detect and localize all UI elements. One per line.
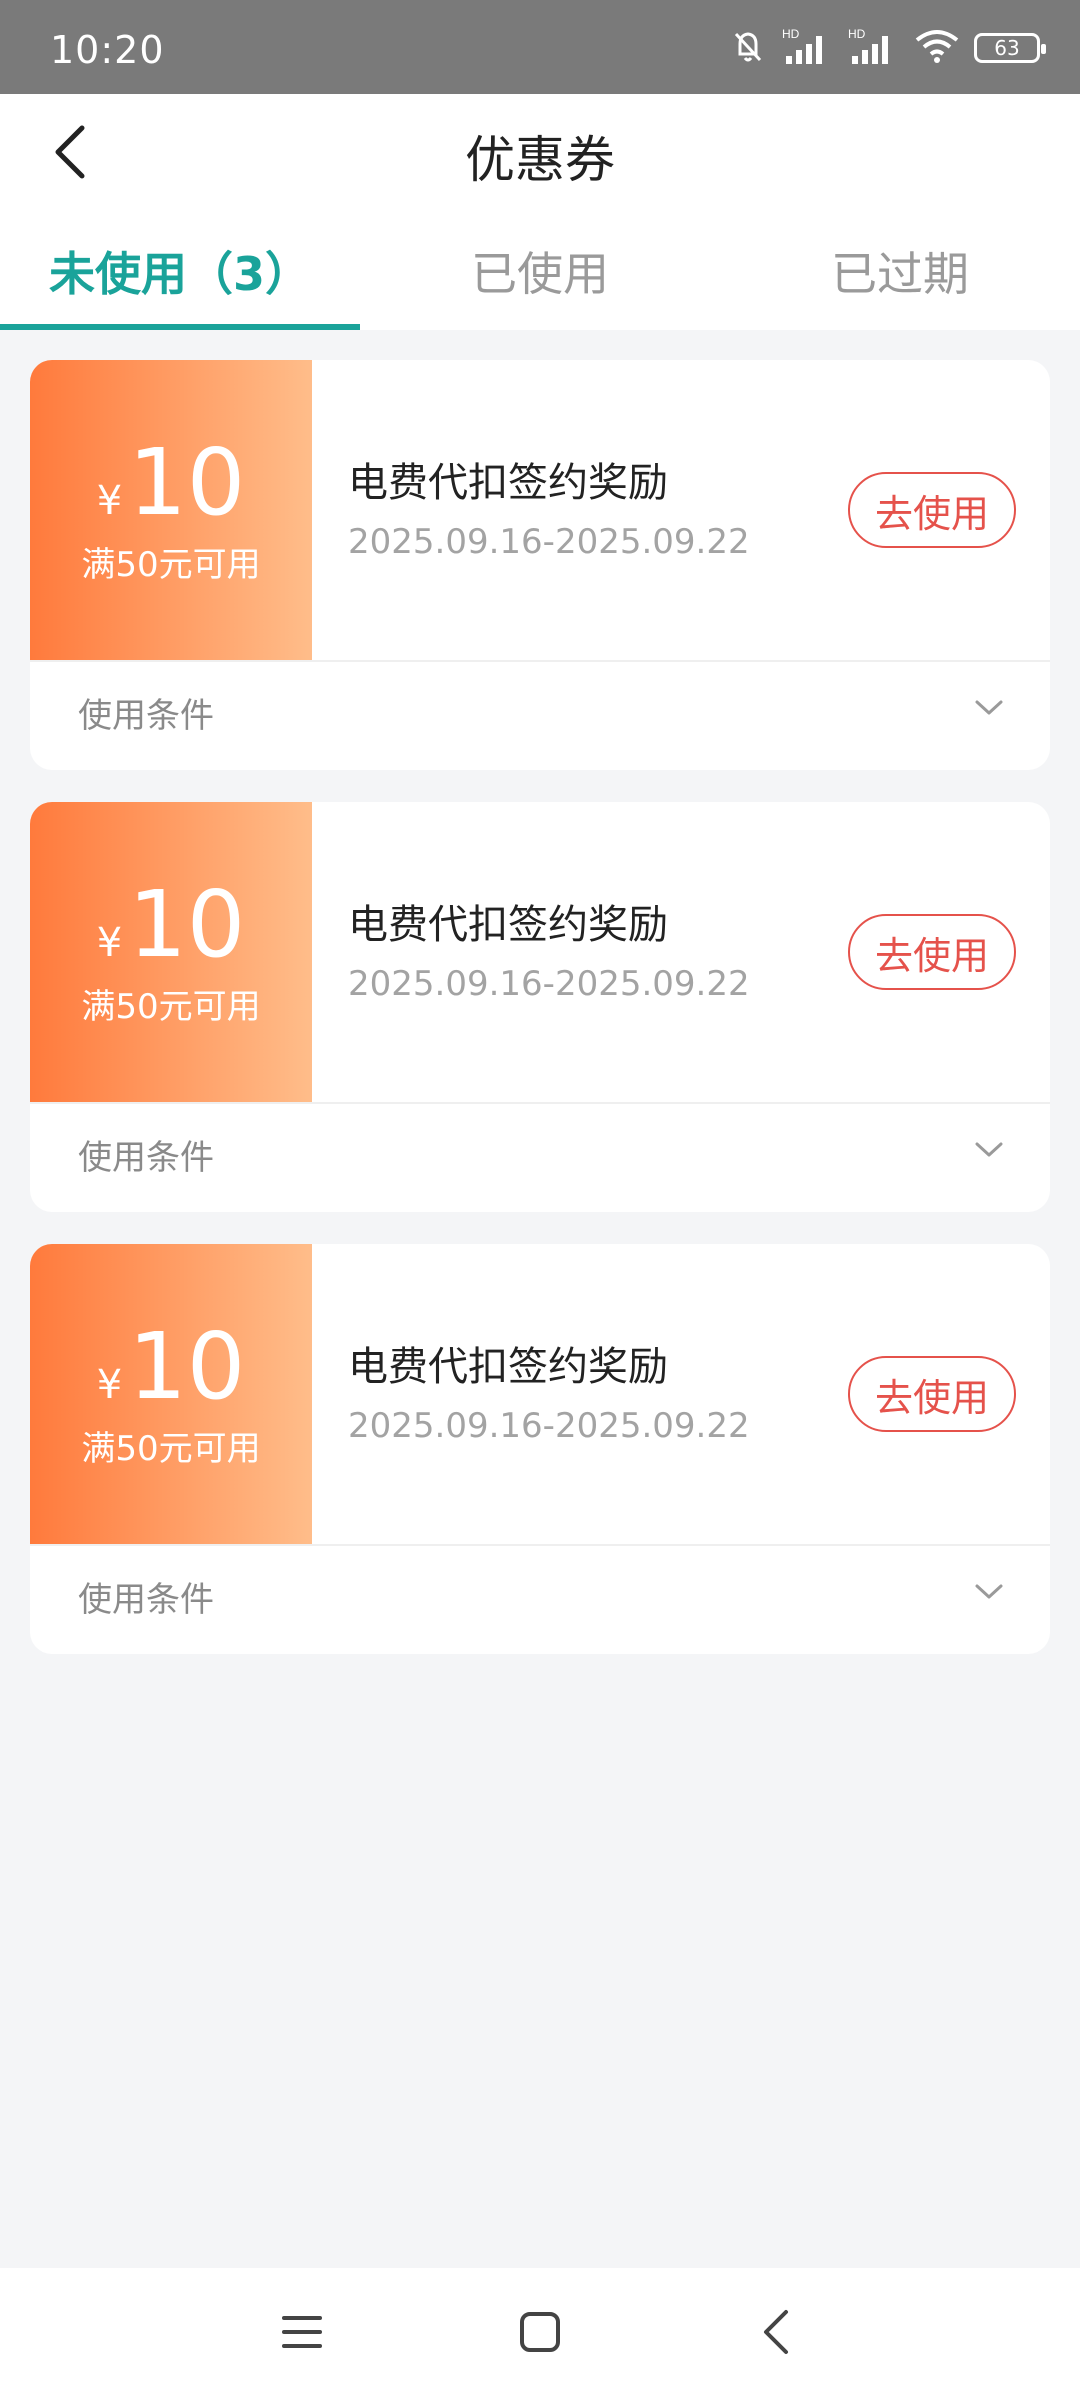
signal-hd-icon: HD bbox=[782, 26, 834, 70]
coupon-name: 电费代扣签约奖励 bbox=[348, 1344, 668, 1390]
nav-bar: 优惠券 bbox=[0, 94, 1080, 212]
coupon-amount: 10 bbox=[128, 428, 246, 536]
terms-label: 使用条件 bbox=[78, 696, 214, 736]
status-time: 10:20 bbox=[50, 28, 165, 72]
menu-icon bbox=[280, 2312, 324, 2356]
chevron-down-icon[interactable] bbox=[974, 1582, 1004, 1606]
battery-icon: 63 bbox=[974, 33, 1046, 63]
coupon-condition: 满50元可用 bbox=[81, 986, 261, 1027]
coupon-currency: ¥ bbox=[96, 1361, 123, 1408]
terms-label: 使用条件 bbox=[78, 1580, 214, 1620]
coupon-info: 电费代扣签约奖励 2025.09.16-2025.09.22 bbox=[348, 450, 750, 562]
menu-button[interactable] bbox=[270, 2302, 334, 2366]
svg-text:HD: HD bbox=[782, 27, 800, 41]
status-icons: HD HD 63 bbox=[728, 26, 1046, 70]
coupon-card: ¥ 10 满50元可用 电费代扣签约奖励 2025.09.16-2025.09.… bbox=[30, 1244, 1050, 1654]
coupon-condition: 满50元可用 bbox=[81, 1428, 261, 1469]
coupon-currency: ¥ bbox=[96, 477, 123, 524]
nav-back-button[interactable] bbox=[744, 2302, 808, 2366]
tab-unused[interactable]: 未使用（3） bbox=[0, 212, 360, 330]
coupon-name: 电费代扣签约奖励 bbox=[348, 460, 668, 506]
tab-used-label: 已使用 bbox=[471, 247, 609, 301]
tab-used[interactable]: 已使用 bbox=[360, 212, 720, 330]
signal-hd-icon-2: HD bbox=[848, 26, 900, 70]
coupon-name: 电费代扣签约奖励 bbox=[348, 902, 668, 948]
coupon-value-panel: ¥ 10 满50元可用 bbox=[30, 1244, 312, 1544]
chevron-down-icon[interactable] bbox=[974, 1140, 1004, 1164]
coupon-amount: 10 bbox=[128, 870, 246, 978]
use-coupon-button[interactable]: 去使用 bbox=[848, 914, 1016, 990]
coupon-currency: ¥ bbox=[96, 919, 123, 966]
coupon-date: 2025.09.16-2025.09.22 bbox=[348, 522, 750, 562]
system-nav-bar bbox=[0, 2268, 1080, 2400]
page-title: 优惠券 bbox=[465, 131, 615, 189]
chevron-down-icon[interactable] bbox=[974, 698, 1004, 722]
coupon-card: ¥ 10 满50元可用 电费代扣签约奖励 2025.09.16-2025.09.… bbox=[30, 802, 1050, 1212]
coupon-info: 电费代扣签约奖励 2025.09.16-2025.09.22 bbox=[348, 892, 750, 1004]
home-square-icon bbox=[518, 2310, 562, 2358]
coupon-main: ¥ 10 满50元可用 电费代扣签约奖励 2025.09.16-2025.09.… bbox=[30, 1244, 1050, 1544]
coupon-main: ¥ 10 满50元可用 电费代扣签约奖励 2025.09.16-2025.09.… bbox=[30, 360, 1050, 660]
battery-level: 63 bbox=[994, 36, 1020, 60]
terms-label: 使用条件 bbox=[78, 1138, 214, 1178]
coupon-amount-row: ¥ 10 bbox=[96, 1312, 246, 1420]
coupon-terms-row[interactable]: 使用条件 bbox=[30, 1102, 1050, 1212]
coupon-value-panel: ¥ 10 满50元可用 bbox=[30, 802, 312, 1102]
tab-expired-label: 已过期 bbox=[831, 247, 969, 301]
coupon-date: 2025.09.16-2025.09.22 bbox=[348, 964, 750, 1004]
tab-bar: 未使用（3） 已使用 已过期 bbox=[0, 212, 1080, 330]
wifi-icon bbox=[914, 26, 960, 70]
tab-unused-label: 未使用（3） bbox=[48, 247, 311, 301]
nav-back-icon bbox=[758, 2308, 794, 2360]
use-coupon-button[interactable]: 去使用 bbox=[848, 1356, 1016, 1432]
bell-muted-icon bbox=[728, 26, 768, 70]
coupon-terms-row[interactable]: 使用条件 bbox=[30, 1544, 1050, 1654]
coupon-condition: 满50元可用 bbox=[81, 544, 261, 585]
svg-text:HD: HD bbox=[848, 27, 866, 41]
coupon-amount-row: ¥ 10 bbox=[96, 428, 246, 536]
use-coupon-button[interactable]: 去使用 bbox=[848, 472, 1016, 548]
coupon-date: 2025.09.16-2025.09.22 bbox=[348, 1406, 750, 1446]
tab-expired[interactable]: 已过期 bbox=[720, 212, 1080, 330]
coupon-list: ¥ 10 满50元可用 电费代扣签约奖励 2025.09.16-2025.09.… bbox=[30, 360, 1050, 1686]
coupon-amount: 10 bbox=[128, 1312, 246, 1420]
coupon-main: ¥ 10 满50元可用 电费代扣签约奖励 2025.09.16-2025.09.… bbox=[30, 802, 1050, 1102]
status-bar: 10:20 HD HD 63 bbox=[0, 0, 1080, 94]
coupon-info: 电费代扣签约奖励 2025.09.16-2025.09.22 bbox=[348, 1334, 750, 1446]
coupon-terms-row[interactable]: 使用条件 bbox=[30, 660, 1050, 770]
coupon-value-panel: ¥ 10 满50元可用 bbox=[30, 360, 312, 660]
coupon-card: ¥ 10 满50元可用 电费代扣签约奖励 2025.09.16-2025.09.… bbox=[30, 360, 1050, 770]
tab-indicator bbox=[0, 324, 360, 330]
home-button[interactable] bbox=[508, 2302, 572, 2366]
coupon-amount-row: ¥ 10 bbox=[96, 870, 246, 978]
